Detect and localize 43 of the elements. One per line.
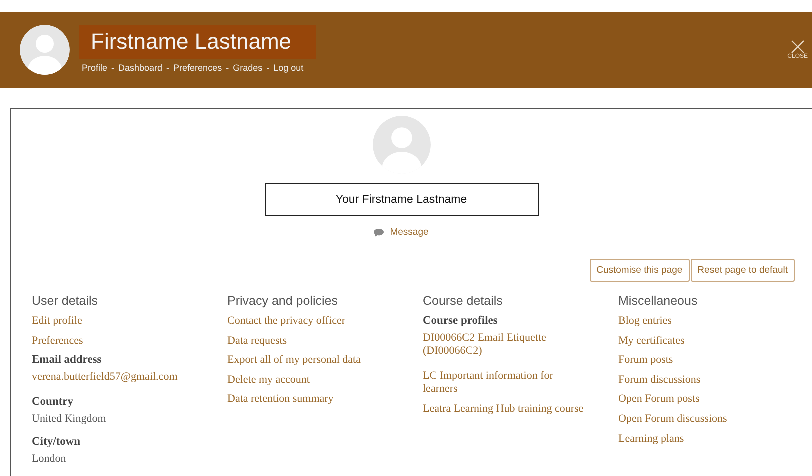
nav-link[interactable]: Dashboard [118,63,163,73]
nav-link[interactable]: Profile [82,63,108,73]
detail-link[interactable]: DI00066C2 Email Etiquette (DI00066C2) [423,332,587,358]
field-label: City/town [32,436,82,450]
detail-link[interactable]: verena.butterfield57@gmail.com [32,371,196,384]
detail-link[interactable]: Edit profile [32,315,196,328]
field-value: London [32,453,68,466]
full-name: Your Firstname Lastname [264,183,538,216]
detail-link[interactable]: LC Important information for learners [423,370,587,396]
field-label: Email address [32,354,103,368]
detail-link[interactable]: Forum posts [618,354,782,368]
field-value: United Kingdom [32,413,108,426]
section-heading: Miscellaneous [618,294,699,308]
detail-link[interactable]: Data requests [228,334,392,348]
detail-link[interactable]: Export all of my personal data [228,354,392,368]
detail-link[interactable]: Delete my account [228,374,392,387]
separator: - [226,63,230,73]
detail-link[interactable]: Leatra Learning Hub training course [423,402,587,416]
user-name: Firstname Lastname [79,25,316,59]
separator: - [166,63,170,73]
separator: - [266,63,270,73]
field-label: Course profiles [423,315,499,328]
detail-link[interactable]: Blog entries [618,315,782,328]
detail-link[interactable]: Forum discussions [618,374,782,387]
nav-link[interactable]: Log out [274,63,304,73]
separator: - [112,63,115,73]
section-heading: Course details [423,294,504,308]
speech-bubble-icon [374,228,384,236]
reset-button[interactable]: Reset page to default [690,259,795,282]
detail-link[interactable]: My certificates [618,334,782,348]
nav-link[interactable]: Grades [233,63,263,73]
detail-link[interactable]: Open Forum discussions [618,412,782,426]
message-link[interactable]: Message [390,227,429,238]
detail-link[interactable]: Open Forum posts [618,393,782,406]
section-heading: User details [32,294,99,308]
field-label: Country [32,396,75,410]
detail-link[interactable]: Learning plans [618,432,782,446]
section-heading: Privacy and policies [228,294,339,308]
customise-button[interactable]: Customise this page [590,259,690,282]
detail-link[interactable]: Preferences [32,334,196,348]
detail-link[interactable]: Contact the privacy officer [228,315,392,328]
nav-link[interactable]: Preferences [174,63,222,73]
detail-link[interactable]: Data retention summary [228,393,392,406]
